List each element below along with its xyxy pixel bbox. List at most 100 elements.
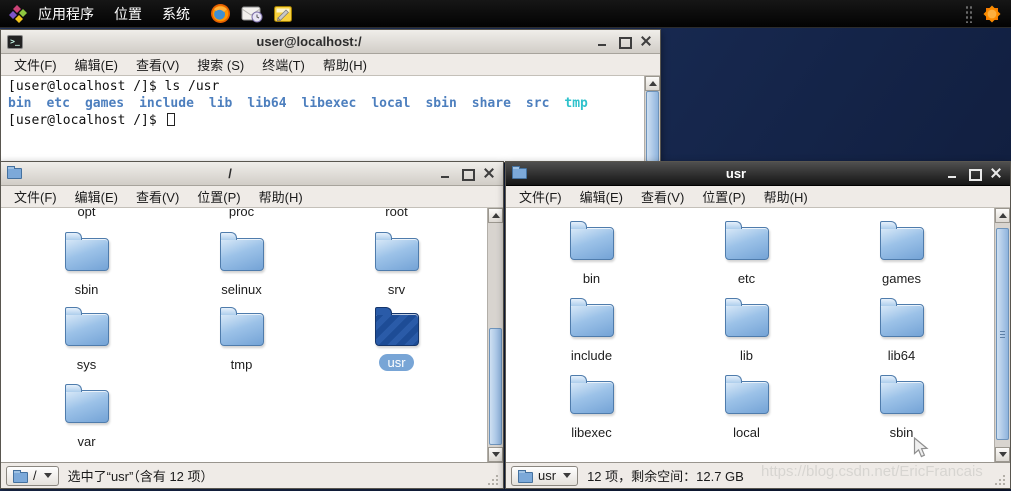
menu-view[interactable]: 查看(V) bbox=[127, 53, 188, 76]
system-menu[interactable]: 系统 bbox=[152, 0, 200, 28]
folder-mini-icon bbox=[13, 469, 28, 483]
folder-item-tmp[interactable]: tmp bbox=[164, 307, 319, 372]
menu-view[interactable]: 查看(V) bbox=[127, 185, 188, 208]
menu-file[interactable]: 文件(F) bbox=[510, 185, 571, 208]
folder-item-include[interactable]: include bbox=[514, 298, 669, 363]
panel-drag-handle-icon[interactable] bbox=[965, 4, 973, 23]
terminal-line-command: [user@localhost /]$ ls /usr bbox=[8, 79, 220, 94]
minimize-button[interactable] bbox=[438, 167, 453, 180]
folder-item-selinux[interactable]: selinux bbox=[164, 232, 319, 297]
folder-item-sbin[interactable]: sbin bbox=[9, 232, 164, 297]
terminal-output-area[interactable]: [user@localhost /]$ ls /usr bin etc games i… bbox=[1, 76, 660, 162]
places-menu[interactable]: 位置 bbox=[104, 0, 152, 28]
scroll-up-button[interactable] bbox=[645, 76, 660, 91]
scrollbar-thumb[interactable] bbox=[489, 328, 502, 445]
free-space-status-text: 12 项，剩余空间：12.7 GB bbox=[587, 469, 744, 484]
location-combobox[interactable]: usr bbox=[511, 465, 579, 486]
close-button[interactable] bbox=[989, 167, 1004, 180]
usr-file-manager-window: usr 文件(F) 编辑(E) 查看(V) 位置(P) 帮助(H) bin et… bbox=[505, 161, 1011, 489]
close-button[interactable] bbox=[482, 167, 497, 180]
chevron-down-icon bbox=[563, 473, 572, 478]
menu-help[interactable]: 帮助(H) bbox=[314, 53, 376, 76]
menu-file[interactable]: 文件(F) bbox=[5, 185, 66, 208]
folder-item-opt[interactable]: opt bbox=[9, 208, 164, 219]
menu-edit[interactable]: 编辑(E) bbox=[66, 53, 127, 76]
folder-label: sbin bbox=[74, 282, 99, 297]
minimize-button[interactable] bbox=[945, 167, 960, 180]
scrollbar-thumb[interactable] bbox=[646, 91, 659, 162]
close-button[interactable] bbox=[639, 35, 654, 48]
maximize-button[interactable] bbox=[967, 167, 982, 181]
menu-view[interactable]: 查看(V) bbox=[632, 185, 693, 208]
scroll-down-button[interactable] bbox=[488, 447, 503, 462]
terminal-cursor bbox=[166, 113, 175, 126]
maximize-button[interactable] bbox=[617, 35, 632, 49]
folder-label-selected: usr bbox=[379, 354, 414, 371]
chevron-up-icon bbox=[648, 81, 657, 86]
mouse-cursor-icon bbox=[913, 436, 930, 465]
menu-help[interactable]: 帮助(H) bbox=[755, 185, 817, 208]
location-value: / bbox=[33, 468, 37, 483]
folder-item-root[interactable]: root bbox=[319, 208, 474, 219]
folder-item-etc[interactable]: etc bbox=[669, 221, 824, 286]
folder-item-proc[interactable]: proc bbox=[164, 208, 319, 219]
folder-label: sbin bbox=[889, 425, 914, 440]
chevron-up-icon bbox=[491, 213, 500, 218]
menu-help[interactable]: 帮助(H) bbox=[250, 185, 312, 208]
terminal-scrollbar[interactable] bbox=[644, 76, 660, 162]
resize-grip[interactable] bbox=[496, 475, 498, 477]
folder-icon bbox=[219, 307, 264, 346]
menu-file[interactable]: 文件(F) bbox=[5, 53, 66, 76]
folder-icon-selected bbox=[374, 307, 419, 346]
folder-mini-icon bbox=[518, 469, 533, 483]
menu-places[interactable]: 位置(P) bbox=[188, 185, 249, 208]
folder-icon bbox=[569, 221, 614, 260]
folder-label: lib bbox=[739, 348, 753, 363]
menu-terminal[interactable]: 终端(T) bbox=[253, 53, 314, 76]
evolution-mail-icon[interactable] bbox=[241, 4, 263, 24]
folder-item-var[interactable]: var bbox=[9, 384, 164, 449]
root-fm-icon-view[interactable]: opt proc root sbin selinux srv sys tmp u… bbox=[1, 208, 503, 462]
folder-item-usr-selected[interactable]: usr bbox=[319, 307, 474, 372]
root-fm-titlebar[interactable]: / bbox=[1, 162, 503, 186]
menu-edit[interactable]: 编辑(E) bbox=[66, 185, 127, 208]
folder-item-lib64[interactable]: lib64 bbox=[824, 298, 979, 363]
usr-fm-icon-view[interactable]: bin etc games include lib lib64 libexec … bbox=[506, 208, 1010, 462]
applications-menu[interactable]: 应用程序 bbox=[28, 0, 104, 28]
terminal-menubar: 文件(F) 编辑(E) 查看(V) 搜索 (S) 终端(T) 帮助(H) bbox=[1, 54, 660, 76]
notes-icon[interactable] bbox=[273, 4, 293, 24]
maximize-button[interactable] bbox=[460, 167, 475, 181]
menu-edit[interactable]: 编辑(E) bbox=[571, 185, 632, 208]
folder-item-sbin[interactable]: sbin bbox=[824, 375, 979, 440]
menu-places[interactable]: 位置(P) bbox=[693, 185, 754, 208]
folder-item-games[interactable]: games bbox=[824, 221, 979, 286]
usr-fm-scrollbar[interactable] bbox=[994, 208, 1010, 462]
folder-item-sys[interactable]: sys bbox=[9, 307, 164, 372]
scroll-up-button[interactable] bbox=[488, 208, 503, 223]
folder-item-lib[interactable]: lib bbox=[669, 298, 824, 363]
distro-logo-icon[interactable] bbox=[8, 4, 28, 24]
folder-icon bbox=[879, 375, 924, 414]
folder-item-srv[interactable]: srv bbox=[319, 232, 474, 297]
updates-icon[interactable] bbox=[981, 3, 1003, 25]
dir-entry: libexec bbox=[301, 96, 357, 111]
folder-item-local[interactable]: local bbox=[669, 375, 824, 440]
root-fm-scrollbar[interactable] bbox=[487, 208, 503, 462]
chevron-down-icon bbox=[491, 452, 500, 457]
scroll-down-button[interactable] bbox=[995, 447, 1010, 462]
dir-entry: src bbox=[525, 96, 550, 111]
folder-icon bbox=[724, 375, 769, 414]
usr-fm-titlebar[interactable]: usr bbox=[506, 162, 1010, 186]
terminal-titlebar[interactable]: >_ user@localhost:/ bbox=[1, 30, 660, 54]
scroll-up-button[interactable] bbox=[995, 208, 1010, 223]
folder-label: local bbox=[733, 425, 760, 440]
dir-entry: bin bbox=[8, 96, 32, 111]
menu-search[interactable]: 搜索 (S) bbox=[188, 53, 253, 76]
folder-item-bin[interactable]: bin bbox=[514, 221, 669, 286]
folder-app-icon bbox=[7, 166, 22, 179]
minimize-button[interactable] bbox=[595, 35, 610, 48]
scrollbar-thumb[interactable] bbox=[996, 228, 1009, 440]
firefox-icon[interactable] bbox=[210, 3, 231, 24]
folder-item-libexec[interactable]: libexec bbox=[514, 375, 669, 440]
location-combobox[interactable]: / bbox=[6, 465, 59, 486]
